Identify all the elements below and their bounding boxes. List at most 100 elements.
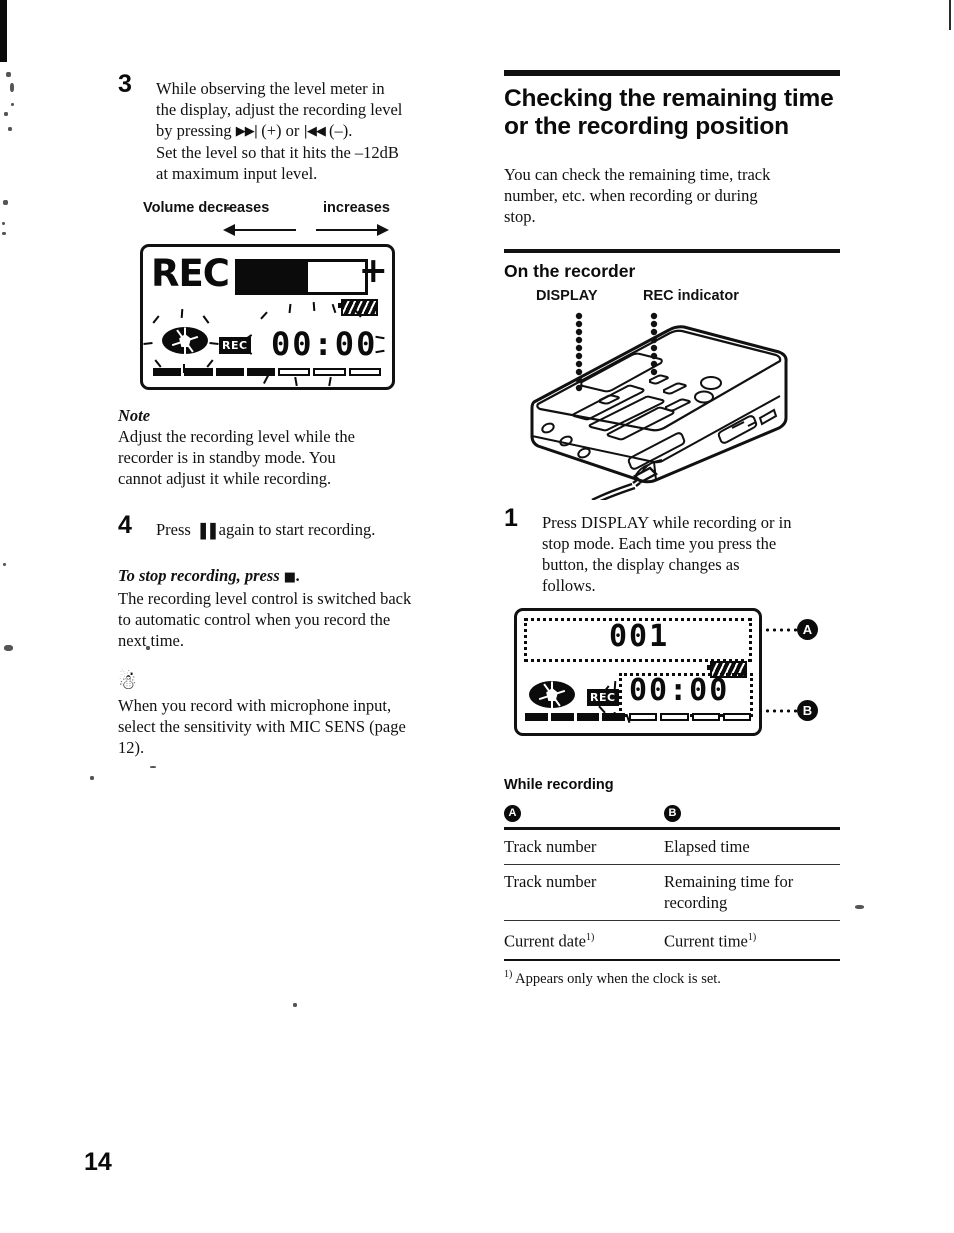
leader-line-a — [757, 628, 799, 632]
tip-bulb-icon: ☃̇ — [118, 670, 137, 694]
flash-mark-icon — [202, 315, 210, 324]
arrow-left-icon — [223, 224, 296, 236]
scan-speck — [8, 127, 12, 131]
tip-line-1: When you record with microphone input, — [118, 696, 392, 715]
tip-line-2: select the sensitivity with MIC SENS (pa… — [118, 717, 406, 736]
fast-forward-icon: ▶▶| — [235, 124, 258, 139]
flash-mark-icon — [288, 303, 292, 314]
table-row: Track number Elapsed time — [504, 828, 840, 865]
strip-seg — [629, 713, 658, 721]
step-1-text: Press DISPLAY while recording or in stop… — [542, 512, 840, 596]
display-callout-label: DISPLAY — [536, 288, 598, 304]
note-line-2: recorder is in standby mode. You — [118, 448, 336, 467]
page-number: 14 — [84, 1148, 112, 1176]
step-3-line-5: at maximum input level. — [156, 164, 318, 183]
tip-line-3: 12). — [118, 738, 145, 757]
rewind-icon: |◀◀ — [303, 124, 326, 139]
lcd-time-value: 00:00 — [629, 673, 730, 708]
step-4-text: Press ▐▐ again to start recording. — [156, 519, 458, 543]
table-header-cell-a: A — [504, 794, 664, 830]
leader-line-b — [757, 709, 799, 713]
table-cell-b-text: Current time — [664, 931, 748, 951]
scan-speck — [90, 776, 94, 780]
scan-speck — [2, 222, 5, 225]
strip-seg — [576, 713, 600, 721]
flash-mark-icon — [331, 303, 337, 314]
level-meter-caption: Volume decreases increases — [118, 200, 458, 244]
scan-speck — [3, 563, 6, 566]
flash-mark-icon — [260, 311, 268, 320]
scan-edge-artifact-top-left — [0, 0, 7, 62]
table-cell-a: Track number — [504, 864, 664, 921]
scan-speck — [3, 200, 8, 205]
subsection-rule — [504, 249, 840, 253]
scan-edge-artifact-top-right — [949, 0, 951, 30]
subsection-title: On the recorder — [504, 261, 636, 281]
strip-seg — [184, 368, 213, 376]
table-cell-a-text: Current date — [504, 931, 587, 951]
table-header-row: A B — [504, 794, 840, 830]
note-heading: Note — [118, 406, 151, 425]
scan-speck — [6, 72, 11, 77]
display-modes-table: A B Track number Elapsed time Track numb… — [504, 794, 840, 961]
table-footnote: 1) Appears only when the clock is set. — [504, 965, 840, 989]
step-3-line-1: While observing the level meter in — [156, 79, 385, 98]
disc-icon — [529, 681, 575, 708]
table-cell-a: Track number — [504, 828, 664, 865]
tip-body: When you record with microphone input, s… — [118, 695, 458, 758]
scan-speck — [4, 645, 13, 651]
stop-line-3: next time. — [118, 631, 184, 650]
note-line-1: Adjust the recording level while the — [118, 427, 355, 446]
recording-level-bar — [235, 259, 368, 295]
flash-mark-icon — [209, 342, 219, 345]
strip-seg — [278, 368, 311, 376]
lcd-plus-sign: + — [358, 251, 388, 291]
flash-mark-icon — [328, 376, 332, 387]
footnote-text: Appears only when the clock is set. — [512, 970, 721, 987]
lcd-rec-word: REC — [151, 252, 230, 295]
step-3-line-4: Set the level so that it hits the –12dB — [156, 143, 399, 162]
volume-decreases-label: Volume decreases — [143, 200, 270, 216]
step-3-line-3-mid: (+) or — [257, 121, 304, 140]
step-3-line-3-pre: by pressing — [156, 121, 236, 140]
strip-seg — [550, 713, 574, 721]
step-4-pre: Press — [156, 520, 195, 539]
lcd-display-illustration: 001 REC 00:00 — [514, 608, 762, 736]
strip-seg — [691, 713, 720, 721]
scan-speck — [10, 83, 14, 92]
stop-recording-heading: To stop recording, press ■. — [118, 565, 458, 588]
disc-icon — [162, 327, 208, 354]
footnote-marker: 1) — [747, 932, 757, 943]
strip-seg — [215, 368, 244, 376]
stop-line-1: The recording level control is switched … — [118, 589, 412, 608]
strip-seg — [525, 713, 548, 721]
step-3-line-3-post: (–). — [324, 121, 353, 140]
flash-mark-icon — [206, 359, 214, 368]
table-cell-b: Remaining time for recording — [664, 864, 840, 921]
step-1-line-1: Press DISPLAY while recording or in — [542, 513, 792, 532]
step-4-number: 4 — [118, 511, 132, 539]
scan-speck — [2, 232, 6, 235]
scan-speck — [150, 766, 156, 768]
recording-level-bar-fill — [238, 262, 308, 292]
section-rule — [504, 70, 840, 76]
strip-seg — [153, 368, 182, 376]
lcd-display-figure: 001 REC 00:00 A B — [504, 604, 840, 754]
strip-seg — [602, 713, 625, 721]
step-3: 3 While observing the level meter in the… — [118, 72, 458, 184]
pause-icon: ▐▐ — [194, 524, 216, 540]
strip-seg — [348, 368, 381, 376]
flash-mark-icon — [294, 376, 298, 387]
recorder-figure: DISPLAY REC indicator — [504, 286, 840, 500]
stop-recording-body: The recording level control is switched … — [118, 588, 458, 651]
lcd-track-number: 001 — [609, 619, 670, 654]
step-3-text: While observing the level meter in the d… — [156, 78, 458, 184]
step-3-line-2: the display, adjust the recording level — [156, 100, 403, 119]
lcd-position-strip — [525, 713, 625, 721]
right-column: Checking the remaining time or the recor… — [504, 70, 840, 988]
flash-mark-icon — [263, 375, 269, 384]
table-row: Current date1) Current time1) — [504, 920, 840, 961]
page-title: Checking the remaining time or the recor… — [504, 85, 834, 140]
intro-line-2: number, etc. when recording or during — [504, 186, 758, 205]
step-1-line-4: follows. — [542, 576, 596, 595]
